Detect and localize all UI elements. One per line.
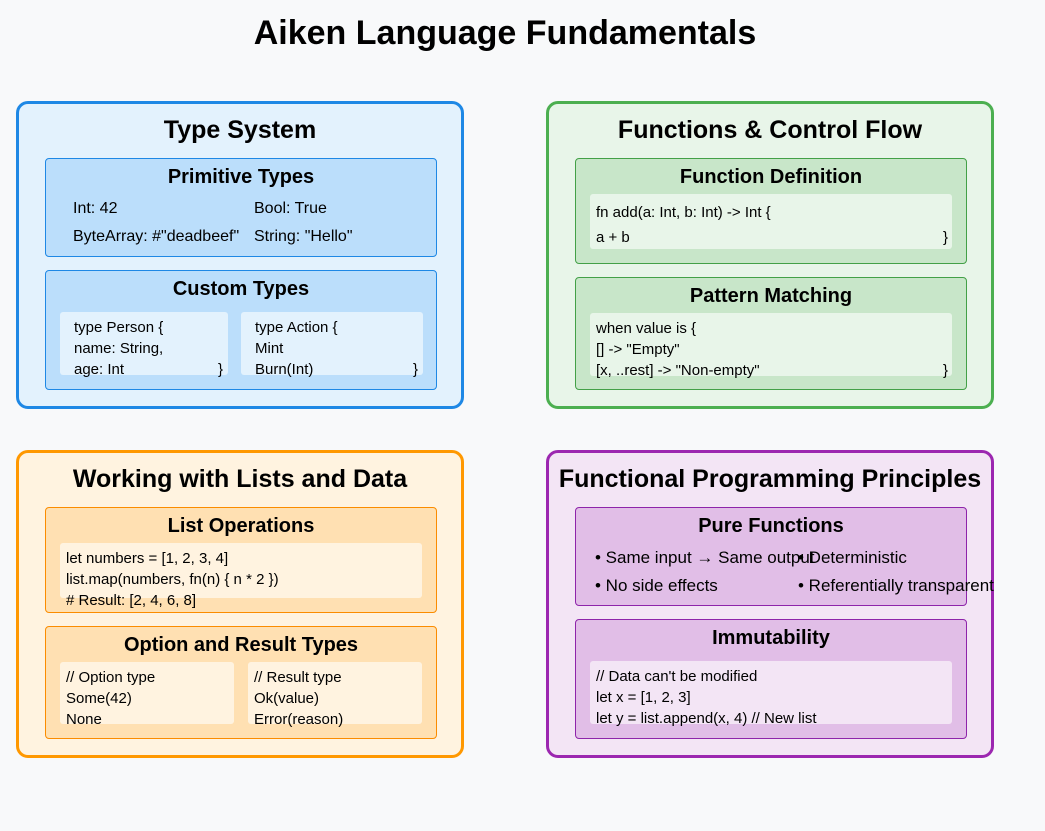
function-definition-title: Function Definition — [679, 166, 863, 188]
option-result-box: Option and Result Types // Option type S… — [45, 626, 437, 739]
primitive-types-box: Primitive Types Int: 42 Bool: True ByteA… — [45, 158, 437, 257]
primitive-bytearray: ByteArray: #"deadbeef" — [73, 228, 240, 245]
code-line: } — [943, 362, 949, 379]
pattern-matching-box: Pattern Matching when value is { [] -> "… — [575, 277, 967, 390]
list-operations-code: let numbers = [1, 2, 3, 4] list.map(numb… — [60, 543, 422, 609]
function-definition-box: Function Definition fn add(a: Int, b: In… — [575, 158, 967, 264]
lists-panel: Working with Lists and Data List Operati… — [16, 450, 464, 758]
pattern-matching-code: when value is { [] -> "Empty" [x, ..rest… — [590, 313, 952, 379]
code-line: a + b — [596, 229, 630, 246]
code-line: Error(reason) — [254, 711, 344, 728]
code-line: } — [943, 229, 949, 246]
code-line: // Data can't be modified — [596, 668, 758, 685]
option-result-title: Option and Result Types — [123, 634, 359, 656]
custom-types-box: Custom Types type Person { name: String,… — [45, 270, 437, 390]
code-line: name: String, — [74, 340, 164, 357]
code-line: when value is { — [596, 320, 697, 337]
code-line: None — [66, 711, 102, 728]
primitive-int: Int: 42 — [73, 200, 118, 217]
type-system-panel: Type System Primitive Types Int: 42 Bool… — [16, 101, 464, 409]
pure-functions-bullet: • Deterministic — [798, 548, 907, 567]
code-line: // Result type — [254, 669, 342, 686]
code-line: } — [218, 361, 224, 378]
custom-types-title: Custom Types — [172, 278, 310, 300]
pure-functions-bullet: • Same input → Same output — [595, 548, 815, 567]
code-line: Ok(value) — [254, 690, 320, 707]
lists-title: Working with Lists and Data — [72, 465, 408, 493]
immutability-title: Immutability — [712, 627, 830, 649]
code-line: [x, ..rest] -> "Non-empty" — [596, 362, 760, 379]
primitive-types-title: Primitive Types — [167, 166, 315, 188]
code-line: [] -> "Empty" — [596, 341, 680, 358]
code-line: Mint — [255, 340, 284, 357]
action-type-code: type Action { Mint Burn(Int) } — [241, 312, 423, 378]
code-line: type Action { — [255, 319, 338, 336]
pure-functions-title: Pure Functions — [698, 515, 844, 537]
code-line: Burn(Int) — [255, 361, 314, 378]
pure-functions-box: Pure Functions • Same input → Same outpu… — [575, 507, 994, 606]
pure-functions-bullet: • No side effects — [595, 576, 718, 595]
fp-principles-title: Functional Programming Principles — [558, 465, 982, 493]
pattern-matching-title: Pattern Matching — [689, 285, 853, 307]
immutability-box: Immutability // Data can't be modified l… — [575, 619, 967, 739]
code-line: let numbers = [1, 2, 3, 4] — [66, 550, 229, 567]
function-definition-code: fn add(a: Int, b: Int) -> Int { a + b } — [590, 194, 952, 249]
code-line: # Result: [2, 4, 6, 8] — [66, 592, 197, 609]
code-line: age: Int — [74, 361, 125, 378]
code-line: fn add(a: Int, b: Int) -> Int { — [596, 204, 771, 221]
code-line: // Option type — [66, 669, 156, 686]
person-type-code: type Person { name: String, age: Int } — [60, 312, 228, 378]
code-line: type Person { — [74, 319, 164, 336]
immutability-code: // Data can't be modified let x = [1, 2,… — [590, 661, 952, 727]
result-type-code: // Result type Ok(value) Error(reason) — [248, 662, 422, 728]
functions-panel: Functions & Control Flow Function Defini… — [546, 101, 994, 409]
pure-functions-bullet: • Referentially transparent — [798, 576, 994, 595]
functions-title: Functions & Control Flow — [617, 116, 923, 144]
type-system-title: Type System — [163, 116, 317, 144]
list-operations-title: List Operations — [167, 515, 315, 537]
primitive-string: String: "Hello" — [254, 228, 353, 245]
fp-principles-panel: Functional Programming Principles Pure F… — [546, 450, 994, 758]
code-line: let x = [1, 2, 3] — [596, 689, 691, 706]
code-line: let y = list.append(x, 4) // New list — [596, 710, 817, 727]
code-line: Some(42) — [66, 690, 132, 707]
option-type-code: // Option type Some(42) None — [60, 662, 234, 728]
primitive-bool: Bool: True — [254, 200, 327, 217]
list-operations-box: List Operations let numbers = [1, 2, 3, … — [45, 507, 437, 613]
page-title: Aiken Language Fundamentals — [253, 14, 757, 52]
code-line: } — [413, 361, 419, 378]
code-line: list.map(numbers, fn(n) { n * 2 }) — [66, 571, 279, 588]
